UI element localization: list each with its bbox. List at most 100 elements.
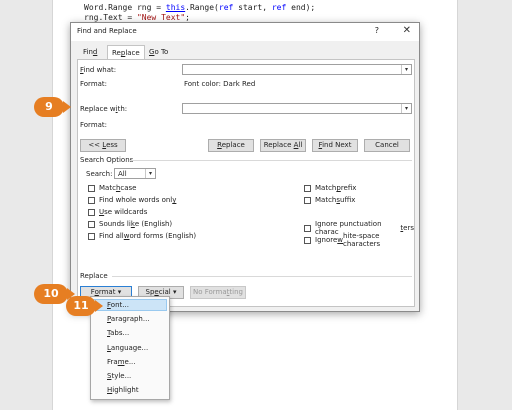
code-text: .Range( xyxy=(185,3,219,12)
code-string: "New Text" xyxy=(136,13,186,22)
code-text: start, xyxy=(233,3,272,12)
option-right-1[interactable]: Match s uffix xyxy=(304,196,355,204)
menu-item-label: aragraph... xyxy=(110,315,150,324)
callout-11: 11 xyxy=(66,296,96,316)
tab-goto[interactable]: Go To xyxy=(145,45,172,59)
code-keyword-ref: ref xyxy=(218,3,234,12)
divider xyxy=(112,276,412,277)
replace-format-label: Format: xyxy=(80,121,108,129)
find-what-input[interactable]: ▾ xyxy=(182,64,412,75)
code-text: end); xyxy=(286,3,316,12)
chevron-down-icon[interactable]: ▾ xyxy=(145,169,155,178)
checkbox[interactable] xyxy=(304,184,311,192)
option-left-3[interactable]: Sounds li k e (English) xyxy=(88,220,172,228)
label-text: Replace w xyxy=(80,105,116,113)
option-left-2[interactable]: Use wildcards xyxy=(88,208,147,216)
no-formatting-button[interactable]: No Formatting xyxy=(190,286,246,299)
search-direction-select[interactable]: All ▾ xyxy=(114,168,156,179)
checkbox[interactable] xyxy=(304,236,311,244)
callout-pointer xyxy=(63,101,71,113)
checkbox[interactable] xyxy=(88,184,95,192)
option-label: Matc xyxy=(99,184,116,192)
format-menu-item-2[interactable]: Tabs... xyxy=(107,329,129,337)
tab-label: Fin xyxy=(83,48,93,56)
tab-replace[interactable]: Replace xyxy=(107,45,145,60)
checkbox[interactable] xyxy=(88,208,95,216)
option-label: uffix xyxy=(340,196,356,204)
chevron-down-icon[interactable]: ▾ xyxy=(401,104,411,113)
callout-9: 9 xyxy=(34,97,64,117)
replace-with-input[interactable]: ▾ xyxy=(182,103,412,114)
button-label: ind Next xyxy=(322,141,352,149)
checkbox[interactable] xyxy=(88,196,95,204)
cancel-button[interactable]: Cancel xyxy=(364,139,410,152)
menu-item-label: abs... xyxy=(110,329,130,338)
menu-item-label: e... xyxy=(124,357,136,366)
replace-all-button[interactable]: Replace All xyxy=(260,139,306,152)
format-menu-item-5[interactable]: Style... xyxy=(107,372,131,380)
format-menu-item-6[interactable]: Highlight xyxy=(107,386,139,394)
tab-label: o To xyxy=(154,48,169,56)
option-label: refix xyxy=(340,184,357,192)
help-button[interactable]: ? xyxy=(375,26,379,35)
label-text: : xyxy=(110,170,113,178)
search-direction-value: All xyxy=(118,170,127,178)
replace-section-title: Replace xyxy=(80,272,108,280)
button-label: cial ▾ xyxy=(158,288,177,296)
code-line-2: rng.Text = "New Text"; xyxy=(84,13,190,22)
tab-find[interactable]: Find xyxy=(79,45,101,59)
button-label: << xyxy=(88,141,103,149)
checkbox[interactable] xyxy=(304,196,311,204)
format-menu-item-3[interactable]: Language... xyxy=(107,344,148,352)
replace-button[interactable]: Replace xyxy=(208,139,254,152)
option-label: ers xyxy=(403,224,414,232)
option-label: se wildcards xyxy=(104,208,148,216)
find-next-button[interactable]: Find Next xyxy=(312,139,358,152)
less-button[interactable]: << Less xyxy=(80,139,126,152)
option-label: ord forms (English) xyxy=(129,232,197,240)
option-label: Sounds li xyxy=(99,220,131,228)
replace-tab-panel: Find what: ▾ Format: Font color: Dark Re… xyxy=(77,59,415,307)
option-label: Find whole words onl xyxy=(99,196,173,204)
code-keyword-ref: ref xyxy=(271,3,287,12)
option-label-accel: y xyxy=(172,196,177,204)
callout-pointer xyxy=(95,300,103,312)
option-left-4[interactable]: Find all w ord forms (English) xyxy=(88,232,196,240)
tab-label-accel: d xyxy=(92,48,98,56)
close-button[interactable]: ✕ xyxy=(403,25,411,36)
option-right-0[interactable]: Match p refix xyxy=(304,184,356,192)
option-right-3[interactable]: Ignore w hite-space characters xyxy=(304,232,414,248)
format-menu-item-0[interactable]: Font... xyxy=(93,299,167,311)
button-label: Replace xyxy=(263,141,294,149)
option-left-0[interactable]: Matc h case xyxy=(88,184,136,192)
label-text: Search xyxy=(86,170,111,178)
button-label: ess xyxy=(106,141,118,149)
option-label: Find all xyxy=(99,232,124,240)
option-label: Match xyxy=(315,196,337,204)
divider xyxy=(130,160,412,161)
find-format-label: Format: xyxy=(80,80,108,88)
format-menu-item-1[interactable]: Paragraph... xyxy=(107,315,150,323)
menu-item-label: Fra xyxy=(107,357,118,366)
button-label: No Forma xyxy=(193,288,227,296)
checkbox[interactable] xyxy=(304,224,311,232)
chevron-down-icon[interactable]: ▾ xyxy=(401,65,411,74)
code-keyword-this: this xyxy=(165,3,186,12)
menu-item-label: tyle... xyxy=(111,372,132,380)
search-options-title: Search Options xyxy=(80,156,134,164)
tab-label: Re xyxy=(112,49,121,57)
code-text: rng.Text = xyxy=(84,13,137,22)
code-text: ; xyxy=(185,13,190,22)
option-label: Match xyxy=(315,184,337,192)
checkbox[interactable] xyxy=(88,232,95,240)
dialog-title-bar[interactable]: Find and Replace ? ✕ xyxy=(71,23,419,41)
option-left-1[interactable]: Find whole words onl y xyxy=(88,196,176,204)
format-menu-item-4[interactable]: Frame... xyxy=(107,358,136,366)
label-text: th: xyxy=(117,105,128,113)
menu-item-label: anguage... xyxy=(110,343,149,352)
find-what-label: Find what: xyxy=(80,66,116,74)
button-label: eplace xyxy=(221,141,245,149)
menu-item-label: ighlight xyxy=(112,386,139,395)
checkbox[interactable] xyxy=(88,220,95,228)
find-replace-dialog: Find and Replace ? ✕ Find Replace Go To … xyxy=(70,22,420,312)
